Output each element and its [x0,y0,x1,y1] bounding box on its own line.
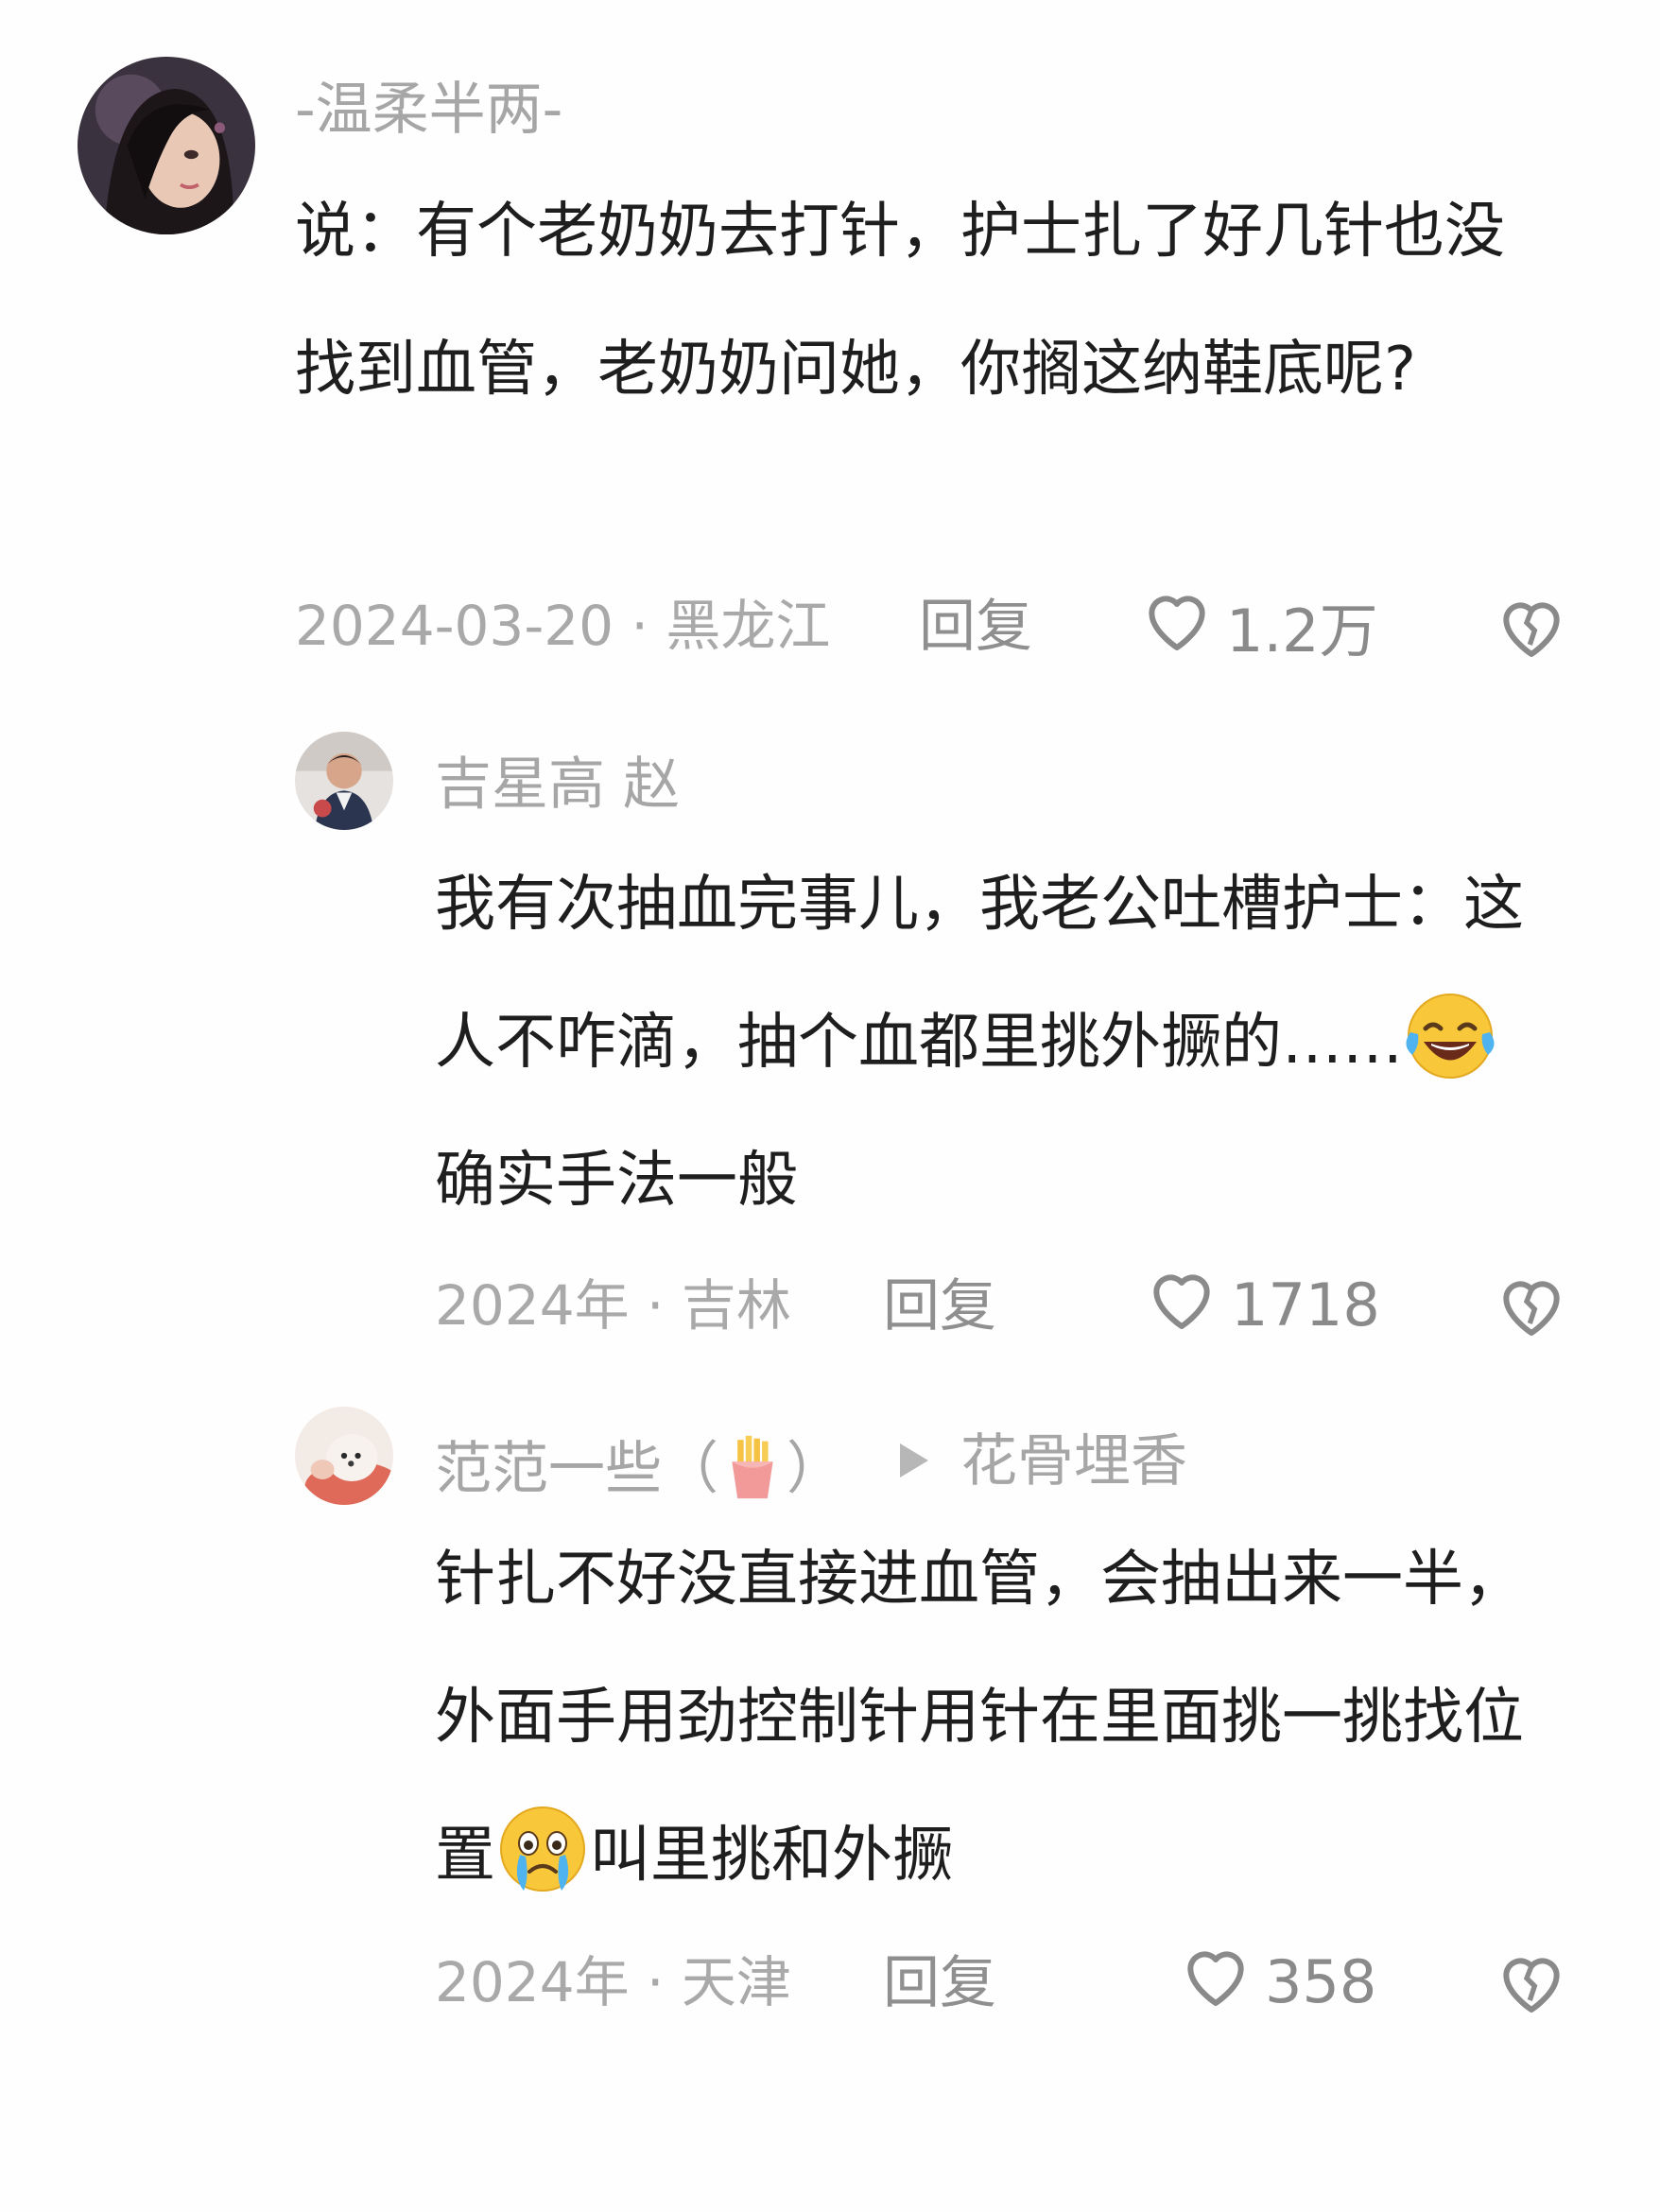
reply-arrow-icon [900,1443,928,1478]
like-count: 358 [1265,1946,1377,2016]
broken-heart-icon [1494,602,1569,667]
puppy-photo-avatar[interactable] [295,1407,393,1505]
laughing-tears-emoji [1403,989,1497,1083]
like-count: 1718 [1231,1270,1380,1339]
heart-icon [1178,1937,1254,2027]
comment-author[interactable]: 范范一些（ ） [435,1433,843,1501]
comment-author[interactable]: -温柔半两- [295,81,562,138]
man-photo-avatar[interactable] [295,732,393,830]
comment-meta: 2024年 · 天津 [435,1950,791,2014]
reply-button[interactable]: 回复 [883,1955,996,2012]
reply-button[interactable]: 回复 [919,598,1032,655]
dislike-button[interactable] [1494,1267,1569,1342]
woman-portrait-avatar[interactable] [78,57,255,234]
reply-target[interactable]: 花骨埋香 [960,1433,1187,1490]
like-button[interactable]: 358 [1178,1944,1376,2019]
broken-heart-icon [1494,1281,1569,1346]
broken-heart-icon [1494,1958,1569,2023]
comment-meta: 2024年 · 吉林 [435,1273,791,1338]
comment-meta: 2024-03-20 · 黑龙江 [295,594,831,658]
like-button[interactable]: 1718 [1144,1267,1380,1342]
dislike-button[interactable] [1494,588,1569,664]
comment-author[interactable]: 吉星高 赵 [435,756,680,813]
dislike-button[interactable] [1494,1944,1569,2019]
reply-button[interactable]: 回复 [883,1278,996,1335]
crying-emoji [495,1802,590,1896]
comment-text: 针扎不好没直接进血管，会抽出来一半，外面手用劲控制针用针在里面挑一挑找位置 叫里… [435,1511,1550,1925]
like-button[interactable]: 1.2万 [1139,588,1378,665]
fries-emoji [718,1433,787,1501]
like-count: 1.2万 [1226,596,1378,665]
heart-icon [1139,581,1215,671]
comment-text: 说：有个老奶奶去打针，护士扎了好几针也没找到血管，老奶奶问她，你搁这纳鞋底呢? [295,197,1505,405]
comment-text: 我有次抽血完事儿，我老公吐槽护士：这人不咋滴，抽个血都里挑外撅的…… 确实手法一… [435,870,1524,1216]
heart-icon [1144,1260,1219,1350]
